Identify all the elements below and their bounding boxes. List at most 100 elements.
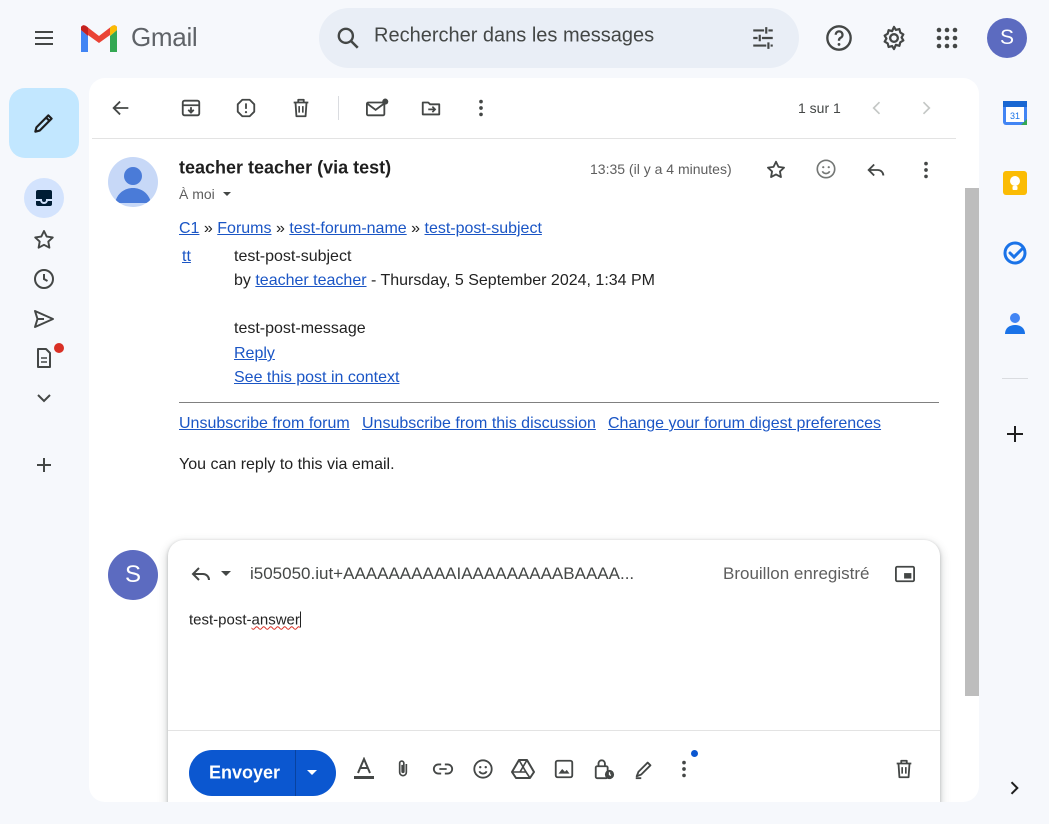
scrollbar[interactable]: [965, 188, 979, 696]
search-icon[interactable]: [335, 25, 361, 51]
reply-type-dropdown[interactable]: [219, 568, 233, 580]
nav-drafts[interactable]: [32, 346, 56, 370]
insert-emoji-button[interactable]: [467, 753, 499, 785]
search-options-icon[interactable]: [750, 25, 776, 51]
caret-down-icon: [307, 770, 317, 775]
newer-button[interactable]: [867, 98, 887, 118]
keep-app[interactable]: [1002, 170, 1028, 196]
apps-grid-icon: [936, 27, 958, 49]
reply-body-input[interactable]: test-post-answer: [189, 611, 301, 629]
author-picture-link[interactable]: tt: [182, 248, 191, 266]
caret-down-icon: [222, 192, 231, 196]
calendar-app[interactable]: 31: [1002, 100, 1028, 126]
more-options-button[interactable]: [668, 753, 700, 785]
contacts-person-icon: [1005, 313, 1025, 334]
insert-link-button[interactable]: [427, 753, 459, 785]
paperclip-icon: [398, 760, 408, 777]
search-bar[interactable]: Rechercher dans les messages: [319, 8, 799, 68]
help-button[interactable]: [819, 18, 859, 58]
breadcrumb-separator: »: [203, 220, 213, 237]
nav-sent[interactable]: [32, 307, 56, 331]
toolbar-separator: [92, 138, 956, 139]
plus-icon: [37, 458, 51, 472]
send-button[interactable]: Envoyer: [209, 763, 280, 784]
attach-file-button[interactable]: [387, 753, 419, 785]
sender-name[interactable]: teacher teacher (via test): [179, 158, 391, 179]
more-vert-icon: [682, 760, 686, 778]
sender-avatar[interactable]: [108, 157, 158, 207]
send-options-button[interactable]: [305, 767, 319, 779]
account-avatar[interactable]: S: [987, 18, 1027, 58]
mark-unread-button[interactable]: [365, 97, 389, 119]
lock-clock-icon: [594, 759, 615, 780]
breadcrumb-forums-link[interactable]: Forums: [217, 220, 271, 237]
compose-button[interactable]: [9, 88, 79, 158]
delete-button[interactable]: [290, 97, 312, 119]
post-byline: by teacher teacher - Thursday, 5 Septemb…: [234, 272, 655, 290]
move-to-button[interactable]: [420, 97, 442, 119]
author-link[interactable]: teacher teacher: [255, 272, 366, 289]
report-spam-button[interactable]: [235, 97, 257, 119]
reply-button[interactable]: [865, 159, 887, 181]
draft-file-icon: [37, 348, 51, 368]
help-icon: [826, 25, 852, 51]
post-context-link[interactable]: See this post in context: [234, 369, 399, 387]
insert-photo-button[interactable]: [548, 753, 580, 785]
smiley-icon: [473, 759, 493, 779]
send-button-group: Envoyer: [189, 750, 336, 796]
settings-button[interactable]: [874, 18, 914, 58]
breadcrumb-post-link[interactable]: test-post-subject: [425, 220, 542, 237]
reply-text-misspelled: answer: [251, 611, 300, 629]
trash-icon: [293, 98, 309, 118]
insert-drive-button[interactable]: [507, 753, 539, 785]
back-button[interactable]: [110, 97, 132, 119]
spam-alert-icon: [236, 98, 256, 118]
emoji-react-button[interactable]: [815, 158, 837, 180]
text-caret: [299, 611, 301, 628]
breadcrumb-course-link[interactable]: C1: [179, 220, 199, 237]
reply-arrow-icon: [867, 163, 885, 177]
send-button-divider: [295, 750, 296, 796]
contacts-app[interactable]: [1002, 310, 1028, 336]
nav-starred[interactable]: [32, 228, 56, 252]
star-button[interactable]: [765, 159, 787, 181]
unsubscribe-forum-link[interactable]: Unsubscribe from forum: [179, 415, 350, 433]
person-icon: [115, 167, 151, 203]
main-menu-button[interactable]: [24, 18, 64, 58]
gmail-logo[interactable]: [79, 24, 119, 54]
message-view: 1 sur 1 teacher teacher (via test) À moi…: [89, 78, 979, 802]
nav-snoozed[interactable]: [32, 267, 56, 291]
reply-type-button[interactable]: [189, 562, 213, 586]
unsubscribe-discussion-link[interactable]: Unsubscribe from this discussion: [362, 415, 596, 433]
link-icon: [432, 763, 454, 775]
trash-icon: [896, 759, 912, 779]
recipient-details[interactable]: À moi: [179, 186, 233, 202]
tasks-app[interactable]: [1002, 240, 1028, 266]
formatting-button[interactable]: [348, 753, 380, 785]
breadcrumb-separator: »: [411, 220, 421, 237]
toolbar-divider: [338, 96, 339, 120]
chevron-right-icon: [922, 101, 931, 115]
confidential-mode-button[interactable]: [588, 753, 620, 785]
popout-button[interactable]: [894, 564, 916, 584]
message-more-button[interactable]: [915, 159, 937, 181]
breadcrumb-forum-link[interactable]: test-forum-name: [289, 220, 406, 237]
search-input[interactable]: Rechercher dans les messages: [374, 25, 654, 48]
chevron-left-icon: [872, 101, 881, 115]
nav-more[interactable]: [32, 386, 56, 410]
post-reply-link[interactable]: Reply: [234, 345, 275, 363]
more-vert-icon: [924, 161, 928, 179]
get-addons-button[interactable]: [1003, 422, 1027, 446]
inbox-icon: [34, 188, 54, 208]
older-button[interactable]: [916, 98, 936, 118]
more-actions-button[interactable]: [470, 97, 492, 119]
apps-button[interactable]: [927, 18, 967, 58]
digest-preferences-link[interactable]: Change your forum digest preferences: [608, 415, 881, 433]
reply-recipient[interactable]: i505050.iut+AAAAAAAAAAIAAAAAAAAABAAAA...: [250, 564, 634, 584]
archive-button[interactable]: [180, 97, 202, 119]
popout-icon: [895, 565, 915, 583]
nav-add-label[interactable]: [32, 453, 56, 477]
discard-draft-button[interactable]: [888, 753, 920, 785]
show-side-panel-button[interactable]: [1004, 778, 1024, 798]
insert-signature-button[interactable]: [628, 753, 660, 785]
